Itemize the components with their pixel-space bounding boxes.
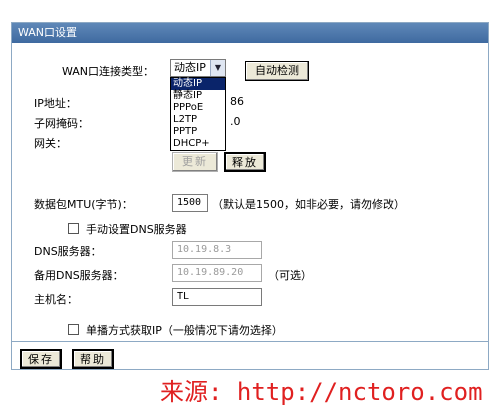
source-watermark: 来源: http://nctoro.com xyxy=(160,378,483,406)
wan-type-option[interactable]: PPTP xyxy=(171,126,225,138)
gateway-label: 网关： xyxy=(34,137,67,150)
renew-button[interactable]: 更新 xyxy=(172,152,218,172)
unicast-checkbox[interactable] xyxy=(68,324,79,335)
secondary-dns-hint: （可选） xyxy=(268,269,312,282)
release-button[interactable]: 释放 xyxy=(224,152,266,172)
chevron-down-icon[interactable]: ▼ xyxy=(210,60,225,76)
hostname-input[interactable]: TL xyxy=(172,288,262,306)
wan-type-option[interactable]: PPPoE xyxy=(171,102,225,114)
manual-dns-label: 手动设置DNS服务器 xyxy=(86,223,187,236)
dns-server-input[interactable]: 10.19.8.3 xyxy=(172,241,262,259)
secondary-dns-label: 备用DNS服务器： xyxy=(34,269,124,282)
unicast-label: 单播方式获取IP（一般情况下请勿选择） xyxy=(86,324,283,337)
panel-title: WAN口设置 xyxy=(12,23,488,43)
wan-type-select[interactable]: 动态IP ▼ xyxy=(170,59,226,77)
wan-type-option[interactable]: DHCP+ xyxy=(171,138,225,150)
subnet-mask-value: .0 xyxy=(230,115,241,128)
subnet-mask-label: 子网掩码： xyxy=(34,117,89,130)
wan-settings-panel: WAN口设置 WAN口连接类型： 自动检测 IP地址： 86 子网掩码： .0 … xyxy=(11,22,489,370)
wan-type-option[interactable]: 静态IP xyxy=(171,90,225,102)
secondary-dns-input[interactable]: 10.19.89.20 xyxy=(172,264,262,282)
mtu-hint: （默认是1500，如非必要，请勿修改） xyxy=(212,198,405,211)
manual-dns-checkbox[interactable] xyxy=(68,223,79,234)
ip-address-value: 86 xyxy=(230,95,244,108)
help-button[interactable]: 帮助 xyxy=(72,349,114,369)
footer-divider xyxy=(12,341,488,342)
wan-type-dropdown: 动态IP 静态IP PPPoE L2TP PPTP DHCP+ xyxy=(170,77,226,151)
wan-type-option[interactable]: 动态IP xyxy=(171,78,225,90)
ip-address-label: IP地址： xyxy=(34,97,77,110)
save-button[interactable]: 保存 xyxy=(20,349,62,369)
dns-server-label: DNS服务器： xyxy=(34,245,102,258)
wan-type-selected: 动态IP xyxy=(174,61,206,74)
hostname-label: 主机名： xyxy=(34,293,78,306)
mtu-input[interactable]: 1500 xyxy=(172,194,208,212)
mtu-label: 数据包MTU(字节)： xyxy=(34,198,133,211)
auto-detect-button[interactable]: 自动检测 xyxy=(245,61,309,81)
wan-type-label: WAN口连接类型： xyxy=(62,65,155,78)
wan-type-option[interactable]: L2TP xyxy=(171,114,225,126)
